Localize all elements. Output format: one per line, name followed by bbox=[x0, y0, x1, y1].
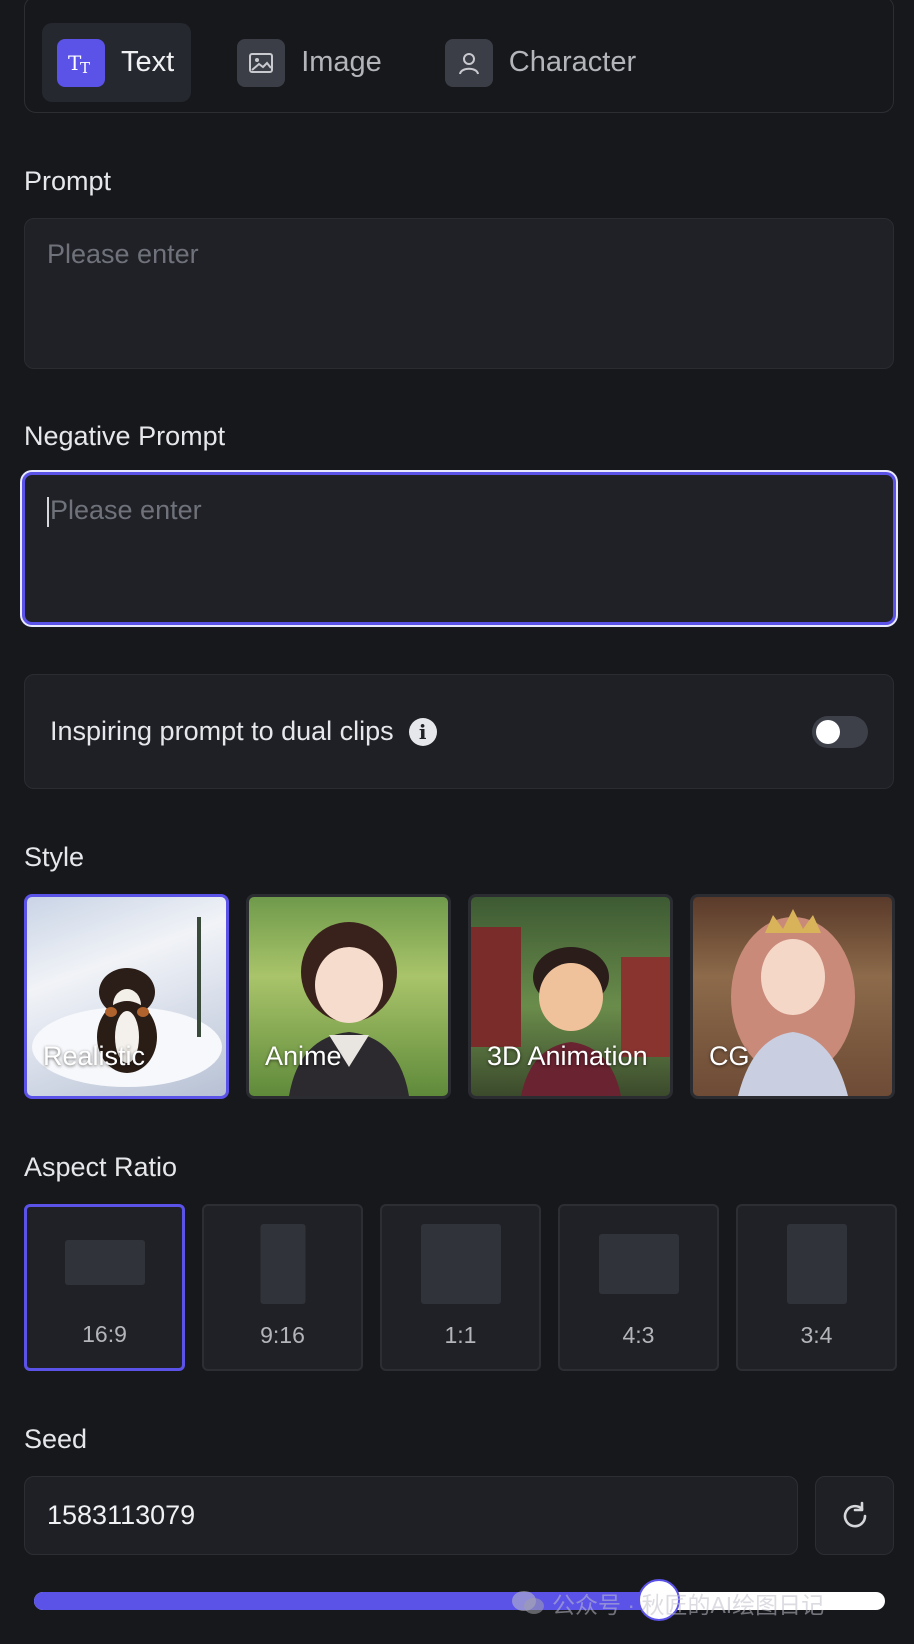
info-icon[interactable]: i bbox=[408, 717, 437, 746]
ratio-16-9[interactable]: 16:9 bbox=[24, 1204, 185, 1371]
mode-selector: TT Text Image Character bbox=[24, 0, 894, 113]
tab-character[interactable]: Character bbox=[430, 23, 653, 102]
seed-label: Seed bbox=[24, 1424, 88, 1454]
ratio-3-4[interactable]: 3:4 bbox=[736, 1204, 897, 1371]
style-label: Style bbox=[24, 842, 85, 872]
svg-text:T: T bbox=[80, 59, 90, 77]
prompt-label: Prompt bbox=[24, 166, 112, 196]
style-cg[interactable]: CG bbox=[690, 894, 895, 1099]
prompt-placeholder: Please enter bbox=[47, 239, 199, 269]
ratio-16-9-label: 16:9 bbox=[82, 1321, 127, 1347]
ratio-3-4-label: 3:4 bbox=[800, 1322, 833, 1348]
style-realistic-label: Realistic bbox=[43, 1041, 146, 1071]
text-caret bbox=[47, 496, 49, 527]
style-cg-label: CG bbox=[709, 1041, 750, 1071]
dual-clips-toggle[interactable] bbox=[812, 715, 868, 748]
ratio-9-16-shape bbox=[260, 1224, 305, 1304]
ratio-4-3-label: 4:3 bbox=[622, 1322, 655, 1348]
negative-prompt-label: Negative Prompt bbox=[24, 421, 226, 451]
ratio-9-16-label: 9:16 bbox=[260, 1322, 305, 1348]
tab-character-label: Character bbox=[508, 46, 637, 78]
negative-prompt-placeholder: Please enter bbox=[50, 495, 202, 525]
ratio-4-3[interactable]: 4:3 bbox=[558, 1204, 719, 1371]
ratio-3-4-shape bbox=[786, 1224, 847, 1304]
image-icon bbox=[237, 38, 286, 87]
style-3d-animation[interactable]: 3D Animation bbox=[468, 894, 673, 1099]
wechat-icon bbox=[512, 1591, 544, 1614]
tab-text-label: Text bbox=[121, 46, 175, 78]
seed-input[interactable]: 1583113079 bbox=[24, 1476, 798, 1555]
tab-image-label: Image bbox=[301, 46, 382, 78]
ratio-1-1-shape bbox=[420, 1224, 501, 1304]
refresh-icon bbox=[843, 1501, 866, 1527]
watermark-text: 公众号 · 秋匠的AI绘图日记 bbox=[552, 1592, 825, 1618]
style-3d-animation-label: 3D Animation bbox=[487, 1041, 648, 1071]
aspect-ratio-options: 16:9 9:16 1:1 4:3 3:4 bbox=[24, 1204, 897, 1371]
dual-clips-row: Inspiring prompt to dual clips i bbox=[24, 674, 894, 789]
ratio-16-9-shape bbox=[64, 1240, 145, 1285]
ratio-1-1[interactable]: 1:1 bbox=[380, 1204, 541, 1371]
text-type-icon: TT bbox=[57, 38, 105, 87]
style-anime[interactable]: Anime bbox=[246, 894, 451, 1099]
seed-value: 1583113079 bbox=[47, 1500, 196, 1530]
aspect-ratio-label: Aspect Ratio bbox=[24, 1152, 178, 1182]
ratio-9-16[interactable]: 9:16 bbox=[202, 1204, 363, 1371]
style-realistic[interactable]: Realistic bbox=[24, 894, 229, 1099]
random-seed-button[interactable] bbox=[815, 1476, 894, 1555]
negative-prompt-input[interactable]: Please enter bbox=[22, 472, 896, 625]
watermark: 公众号 · 秋匠的AI绘图日记 bbox=[510, 1586, 824, 1620]
tab-text[interactable]: TT Text bbox=[42, 23, 192, 102]
style-anime-label: Anime bbox=[265, 1041, 342, 1071]
character-icon bbox=[444, 38, 493, 87]
tab-image[interactable]: Image bbox=[222, 23, 399, 102]
prompt-input[interactable]: Please enter bbox=[24, 218, 894, 369]
ratio-4-3-shape bbox=[598, 1234, 679, 1294]
style-options: Realistic Anime 3D Animation CG bbox=[24, 894, 895, 1099]
ratio-1-1-label: 1:1 bbox=[444, 1322, 477, 1348]
dual-clips-label: Inspiring prompt to dual clips bbox=[50, 716, 394, 746]
